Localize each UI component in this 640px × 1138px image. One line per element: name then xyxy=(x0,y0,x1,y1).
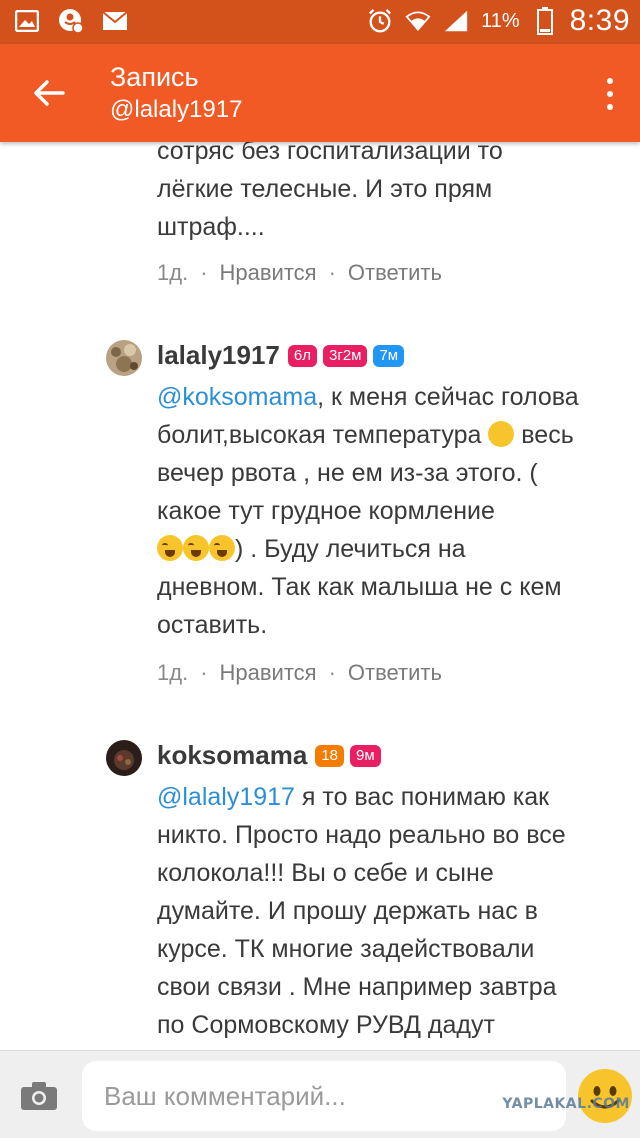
comment-fragment: , к меня сейчас голова xyxy=(317,383,579,411)
watermark: YAPLAKAL.COM xyxy=(502,1096,630,1112)
crying-emoji-icon xyxy=(183,535,209,561)
status-bar: 11% 8:39 xyxy=(0,0,640,44)
comment-header: koksomama 18 9м xyxy=(157,740,381,771)
more-options-button[interactable] xyxy=(598,74,622,114)
wifi-icon xyxy=(405,8,431,34)
separator-dot: · xyxy=(328,260,336,285)
mention-link[interactable]: @lalaly1917 xyxy=(157,783,295,811)
comment-line: курсе. ТК многие задействовали xyxy=(157,935,535,963)
comment-fragment: я то вас понимаю как xyxy=(294,783,550,811)
author-name[interactable]: lalaly1917 xyxy=(157,340,280,371)
comment-line: колокола!!! Вы о себе и сыне xyxy=(157,859,494,887)
separator-dot: · xyxy=(328,660,336,685)
comment-header: lalaly1917 6л 3г2м 7м xyxy=(157,340,405,371)
crying-emoji-icon xyxy=(209,535,235,561)
comment-line: ) . Буду лечиться на xyxy=(157,530,627,568)
comment-fragment: ) . Буду лечиться на xyxy=(235,535,466,563)
author-name[interactable]: koksomama xyxy=(157,740,307,771)
comment-composer: Ваш комментарий... YAPLAKAL.COM xyxy=(0,1050,640,1138)
comment-fragment: весь xyxy=(514,421,574,449)
comment-line: по Сормовскому РУВД дадут xyxy=(157,1011,495,1039)
comment-line: @koksomama, к меня сейчас голова xyxy=(157,378,627,416)
comment-line: думайте. И прошу держать нас в xyxy=(157,897,538,925)
comment-line: свои связи . Мне например завтра xyxy=(157,973,557,1001)
mail-notification-icon xyxy=(102,8,128,34)
clock: 8:39 xyxy=(569,4,630,37)
camera-icon xyxy=(21,1082,57,1110)
comment-text: сотряс без госпитализации то лёгкие теле… xyxy=(157,142,627,246)
child-age-badge: 7м xyxy=(373,344,405,367)
child-age-badge: 6л xyxy=(287,344,317,367)
more-dot-icon xyxy=(607,104,613,110)
comment-meta: 1д. · Нравится · Ответить xyxy=(157,660,442,686)
like-button[interactable]: Нравится xyxy=(220,660,317,686)
comment-input[interactable]: Ваш комментарий... xyxy=(82,1061,566,1131)
comment-line: дневном. Так как малыша не с кем xyxy=(157,573,562,601)
comment-line: вечер рвота , не ем из-за этого. ( xyxy=(157,459,538,487)
page-subtitle: @lalaly1917 xyxy=(110,96,243,123)
sad-emoji-icon xyxy=(488,421,515,447)
comment-line: болит,высокая температура весь xyxy=(157,416,627,454)
comment-meta: 1д. · Нравится · Ответить xyxy=(157,260,442,286)
mention-link[interactable]: @koksomama xyxy=(157,383,317,411)
more-dot-icon xyxy=(607,91,613,97)
gallery-notification-icon xyxy=(14,8,40,34)
comment-line: оставить. xyxy=(157,611,268,639)
comment-line: @lalaly1917 я то вас понимаю как xyxy=(157,778,627,816)
alarm-icon xyxy=(367,8,393,34)
battery-percent: 11% xyxy=(481,9,520,32)
odnoklassniki-notification-icon xyxy=(58,8,84,34)
comment-line: какое тут грудное кормление xyxy=(157,497,495,525)
child-age-badge: 3г2м xyxy=(323,344,368,367)
separator-dot: · xyxy=(200,660,208,685)
like-button[interactable]: Нравится xyxy=(220,260,317,286)
more-dot-icon xyxy=(607,78,613,84)
avatar[interactable] xyxy=(106,340,142,376)
app-bar: Запись @lalaly1917 xyxy=(0,44,640,142)
child-age-badge: 9м xyxy=(350,744,381,767)
arrow-back-icon xyxy=(34,80,65,106)
comment-fragment: болит,высокая температура xyxy=(157,421,482,449)
back-button[interactable] xyxy=(24,70,74,116)
attach-photo-button[interactable] xyxy=(20,1081,58,1113)
avatar[interactable] xyxy=(106,740,142,776)
comment-time: 1д. xyxy=(157,260,189,285)
separator-dot: · xyxy=(200,260,208,285)
page-title: Запись xyxy=(110,62,199,92)
reply-button[interactable]: Ответить xyxy=(348,660,442,686)
comment-line: лёгкие телесные. И это прям xyxy=(157,175,493,203)
crying-emoji-icon xyxy=(157,535,183,561)
comment-line: штраф.... xyxy=(157,213,265,241)
child-age-badge: 18 xyxy=(315,744,344,767)
comment-time: 1д. xyxy=(157,660,189,685)
battery-icon xyxy=(532,7,558,35)
comments-list[interactable]: сотряс без госпитализации то лёгкие теле… xyxy=(0,142,640,1050)
signal-icon xyxy=(443,8,469,34)
comment-line: сотряс без госпитализации то xyxy=(157,142,503,165)
comment-text: @lalaly1917 я то вас понимаю как никто. … xyxy=(157,778,627,1044)
reply-button[interactable]: Ответить xyxy=(348,260,442,286)
comment-line: никто. Просто надо реально во все xyxy=(157,821,566,849)
comment-text: @koksomama, к меня сейчас голова болит,в… xyxy=(157,378,627,644)
